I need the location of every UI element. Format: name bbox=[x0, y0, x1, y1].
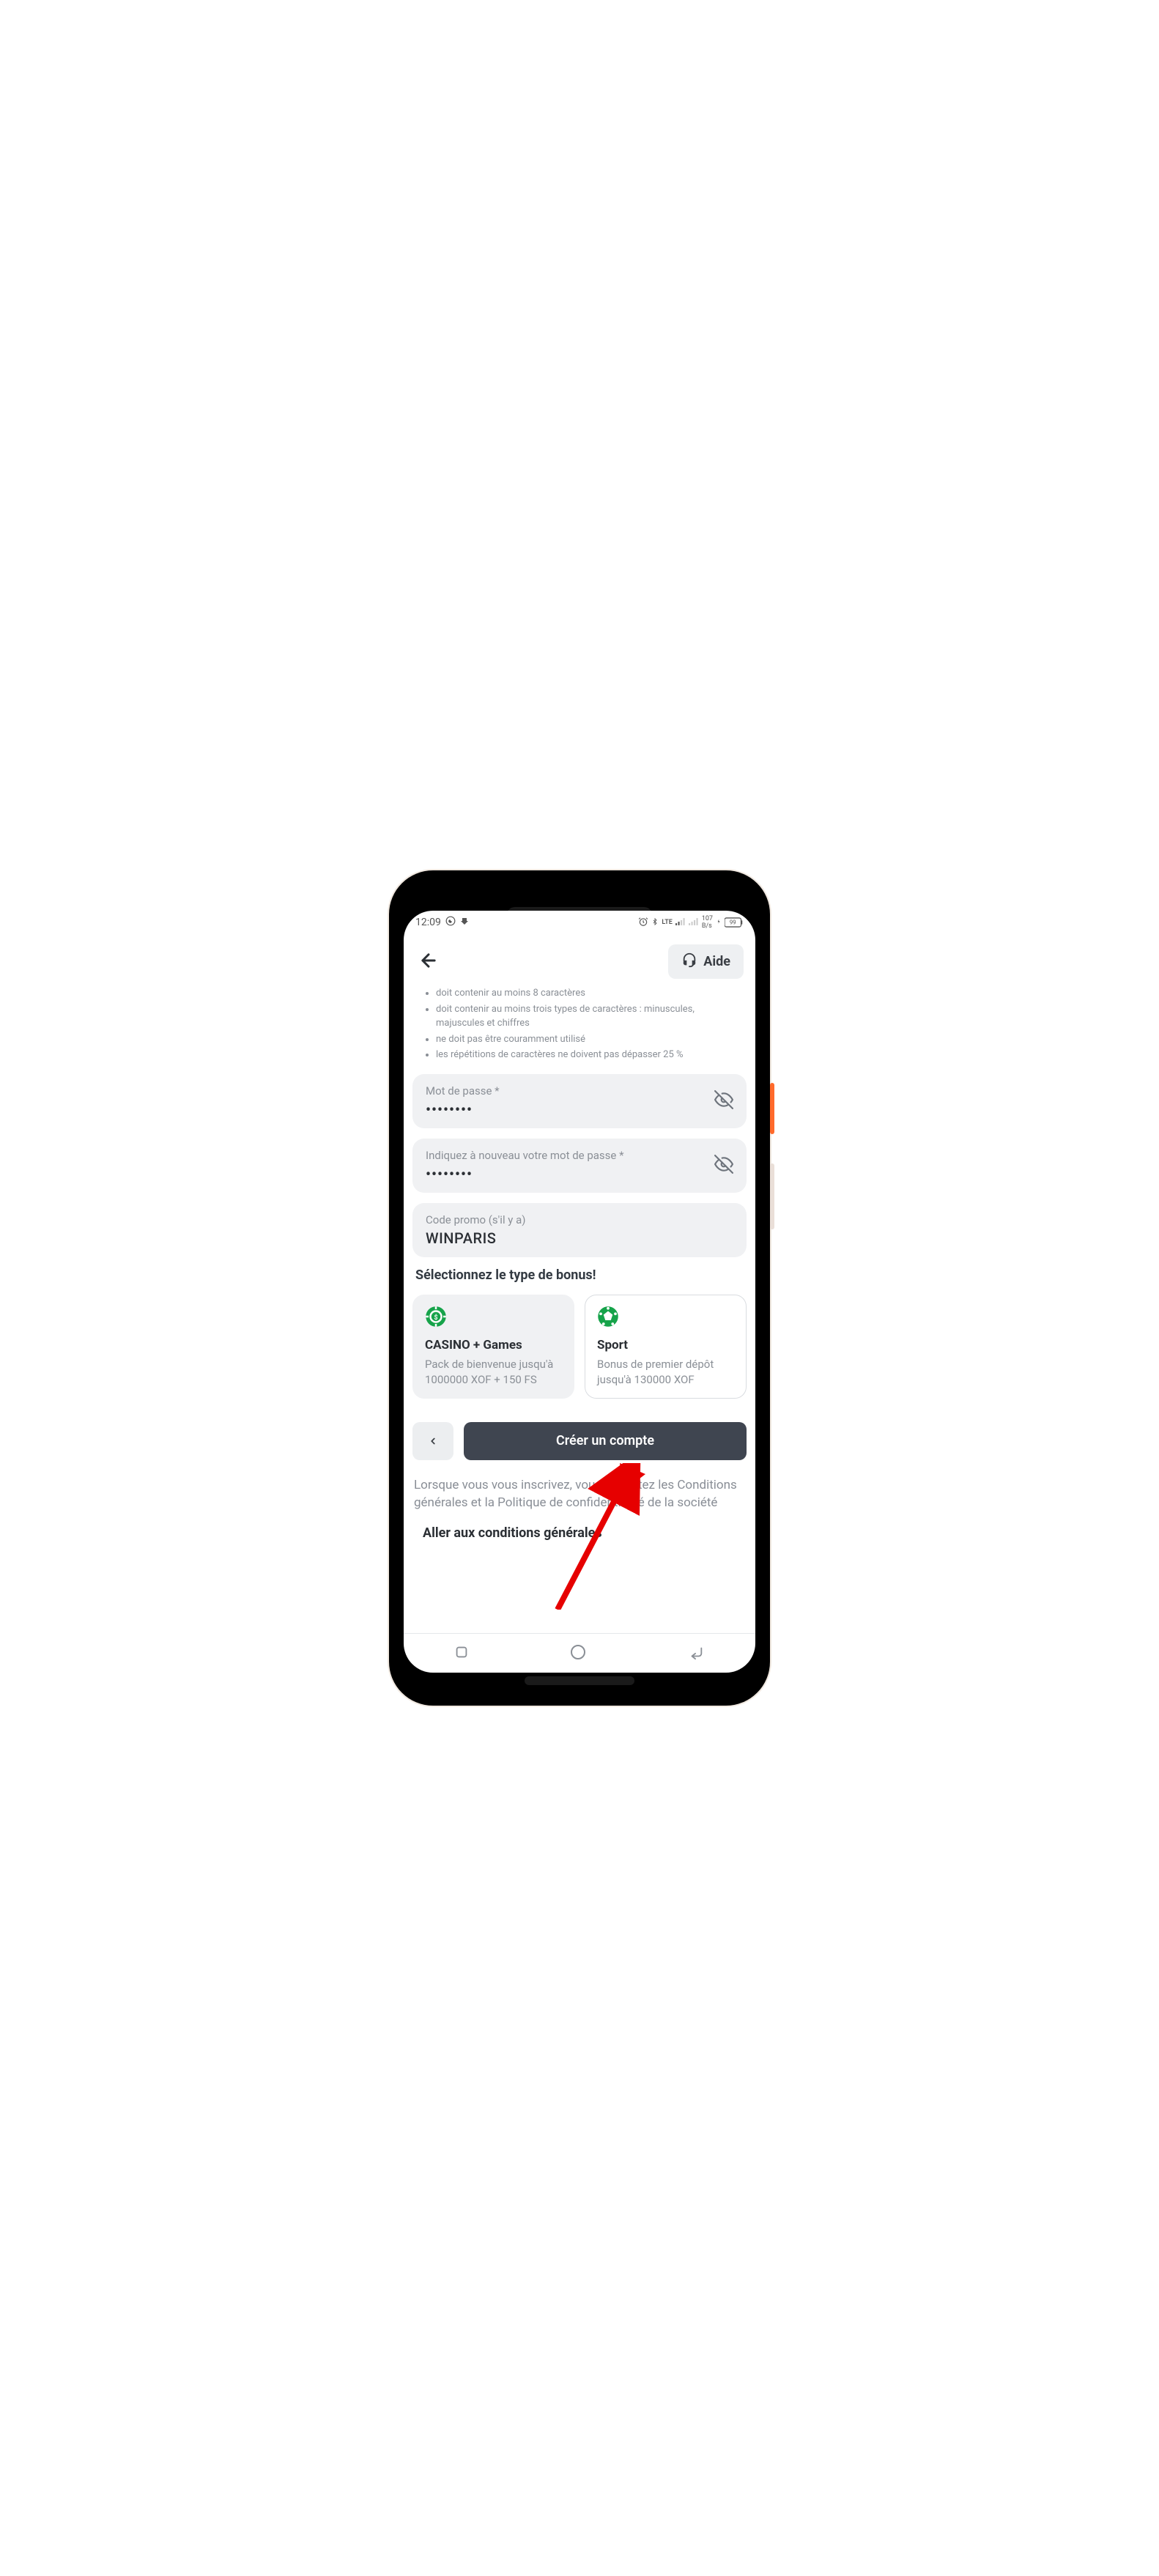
eye-off-icon[interactable] bbox=[714, 1090, 733, 1112]
back-button[interactable] bbox=[415, 947, 442, 977]
phone-chin bbox=[525, 1676, 634, 1685]
field-label: Indiquez à nouveau votre mot de passe * bbox=[426, 1149, 714, 1162]
rule-item: doit contenir au moins 8 caractères bbox=[436, 986, 733, 1001]
field-label: Mot de passe * bbox=[426, 1084, 714, 1098]
create-account-button[interactable]: Créer un compte bbox=[464, 1422, 747, 1460]
notification-icon bbox=[460, 917, 469, 928]
content: doit contenir au moins 8 caractères doit… bbox=[404, 986, 755, 1633]
ball-icon bbox=[597, 1306, 734, 1330]
password-field[interactable]: Mot de passe * •••••••• bbox=[412, 1074, 747, 1128]
field-value: •••••••• bbox=[426, 1165, 714, 1182]
app-header: Aide bbox=[404, 934, 755, 986]
charging-icon bbox=[716, 917, 722, 928]
phone-frame: 12:09 LTE bbox=[389, 870, 770, 1706]
help-button[interactable]: Aide bbox=[668, 944, 744, 979]
rule-item: les répétitions de caractères ne doivent… bbox=[436, 1048, 733, 1062]
nav-back-button[interactable] bbox=[686, 1644, 706, 1663]
nav-home-button[interactable] bbox=[569, 1643, 587, 1664]
terms-link[interactable]: Aller aux conditions générales bbox=[412, 1525, 747, 1541]
action-row: Créer un compte bbox=[412, 1422, 747, 1460]
bonus-card-casino[interactable]: $ CASINO + Games Pack de bienvenue jusqu… bbox=[412, 1295, 574, 1399]
screen: 12:09 LTE bbox=[404, 911, 755, 1673]
status-bar: 12:09 LTE bbox=[404, 911, 755, 934]
battery-icon: 99 bbox=[725, 917, 744, 928]
status-time: 12:09 bbox=[415, 917, 441, 928]
bluetooth-icon bbox=[651, 917, 659, 929]
alarm-icon bbox=[638, 917, 648, 929]
lte-icon: LTE bbox=[662, 919, 672, 926]
rule-item: ne doit pas être couramment utilisé bbox=[436, 1032, 733, 1047]
bonus-desc: Bonus de premier dépôt jusqu'à 130000 XO… bbox=[597, 1357, 734, 1388]
whatsapp-icon bbox=[445, 916, 456, 929]
headset-icon bbox=[681, 952, 697, 971]
android-nav-bar bbox=[404, 1633, 755, 1673]
svg-text:99: 99 bbox=[730, 919, 736, 926]
signal-icon bbox=[675, 917, 686, 928]
data-speed: 107B/s bbox=[702, 915, 713, 930]
chip-icon: $ bbox=[425, 1306, 562, 1330]
bonus-title: CASINO + Games bbox=[425, 1338, 562, 1352]
bonus-title: Sport bbox=[597, 1338, 734, 1352]
eye-off-icon[interactable] bbox=[714, 1155, 733, 1177]
volume-button[interactable] bbox=[770, 1163, 774, 1229]
field-value: WINPARIS bbox=[426, 1229, 733, 1247]
rule-item: doit contenir au moins trois types de ca… bbox=[436, 1002, 733, 1031]
confirm-password-field[interactable]: Indiquez à nouveau votre mot de passe * … bbox=[412, 1139, 747, 1193]
create-account-label: Créer un compte bbox=[556, 1433, 654, 1448]
legal-text: Lorsque vous vous inscrivez, vous accept… bbox=[412, 1476, 747, 1512]
svg-text:$: $ bbox=[434, 1313, 437, 1321]
bonus-card-sport[interactable]: Sport Bonus de premier dépôt jusqu'à 130… bbox=[585, 1295, 747, 1399]
previous-button[interactable] bbox=[412, 1422, 453, 1460]
field-value: •••••••• bbox=[426, 1100, 714, 1118]
nav-recents-button[interactable] bbox=[453, 1644, 470, 1663]
help-label: Aide bbox=[703, 954, 730, 969]
signal-icon bbox=[689, 917, 699, 928]
promo-code-field[interactable]: Code promo (s'il y a) WINPARIS bbox=[412, 1203, 747, 1257]
bonus-desc: Pack de bienvenue jusqu'à 1000000 XOF + … bbox=[425, 1357, 562, 1388]
bonus-section-title: Sélectionnez le type de bonus! bbox=[412, 1267, 747, 1283]
bonus-row: $ CASINO + Games Pack de bienvenue jusqu… bbox=[412, 1295, 747, 1399]
power-button[interactable] bbox=[770, 1083, 774, 1134]
password-rules: doit contenir au moins 8 caractères doit… bbox=[412, 986, 747, 1074]
field-label: Code promo (s'il y a) bbox=[426, 1213, 733, 1226]
